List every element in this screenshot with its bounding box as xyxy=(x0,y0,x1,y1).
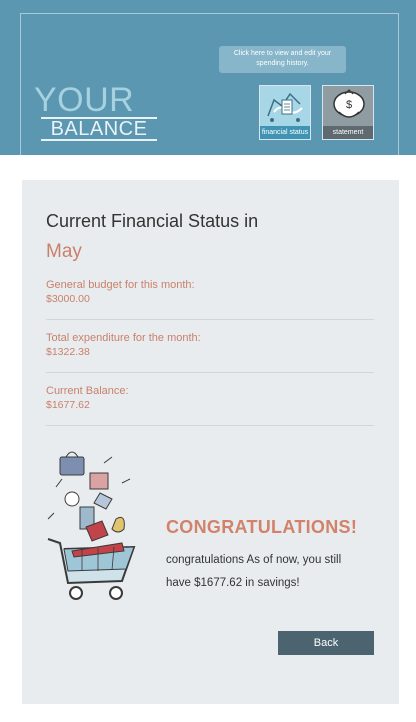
financial-status-button[interactable]: financial status xyxy=(259,85,311,140)
tooltip-line-1: Click here to view and edit your xyxy=(233,50,332,57)
balance-label: Current Balance: xyxy=(46,385,129,397)
spending-history-tooltip: Click here to view and edit your spendin… xyxy=(219,46,346,73)
back-button[interactable]: Back xyxy=(278,631,374,655)
congratulations-message: congratulations As of now, you still hav… xyxy=(166,554,342,589)
expenditure-value: $1322.38 xyxy=(46,346,90,358)
financial-status-label: financial status xyxy=(260,126,310,139)
logo-balance: BALANCE xyxy=(41,117,157,141)
expenditure-label: Total expenditure for the month: xyxy=(46,332,201,344)
logo-your: YOUR xyxy=(34,81,135,119)
shopping-cart-illustration xyxy=(42,443,150,613)
status-month: May xyxy=(46,241,82,262)
money-bag-icon: $ xyxy=(323,86,373,128)
statement-button[interactable]: $ statement xyxy=(322,85,374,140)
budget-stat: General budget for this month: $3000.00 xyxy=(46,278,374,320)
expenditure-stat: Total expenditure for the month: $1322.3… xyxy=(46,331,374,373)
balance-value: $1677.62 xyxy=(46,399,90,411)
financial-status-card: Current Financial Status in May General … xyxy=(22,180,399,704)
svg-text:$: $ xyxy=(346,99,352,111)
app-logo: YOUR BALANCE xyxy=(34,81,157,141)
statement-label: statement xyxy=(323,126,373,139)
status-title: Current Financial Status in xyxy=(46,211,259,231)
tooltip-line-2: spending history. xyxy=(256,60,309,67)
budget-label: General budget for this month: xyxy=(46,279,195,291)
shopping-receipt-icon xyxy=(260,86,310,128)
balance-stat: Current Balance: $1677.62 xyxy=(46,384,374,426)
congratulations-heading: CONGRATULATIONS! xyxy=(166,517,358,537)
budget-value: $3000.00 xyxy=(46,293,90,305)
header-banner: Click here to view and edit your spendin… xyxy=(0,0,416,155)
